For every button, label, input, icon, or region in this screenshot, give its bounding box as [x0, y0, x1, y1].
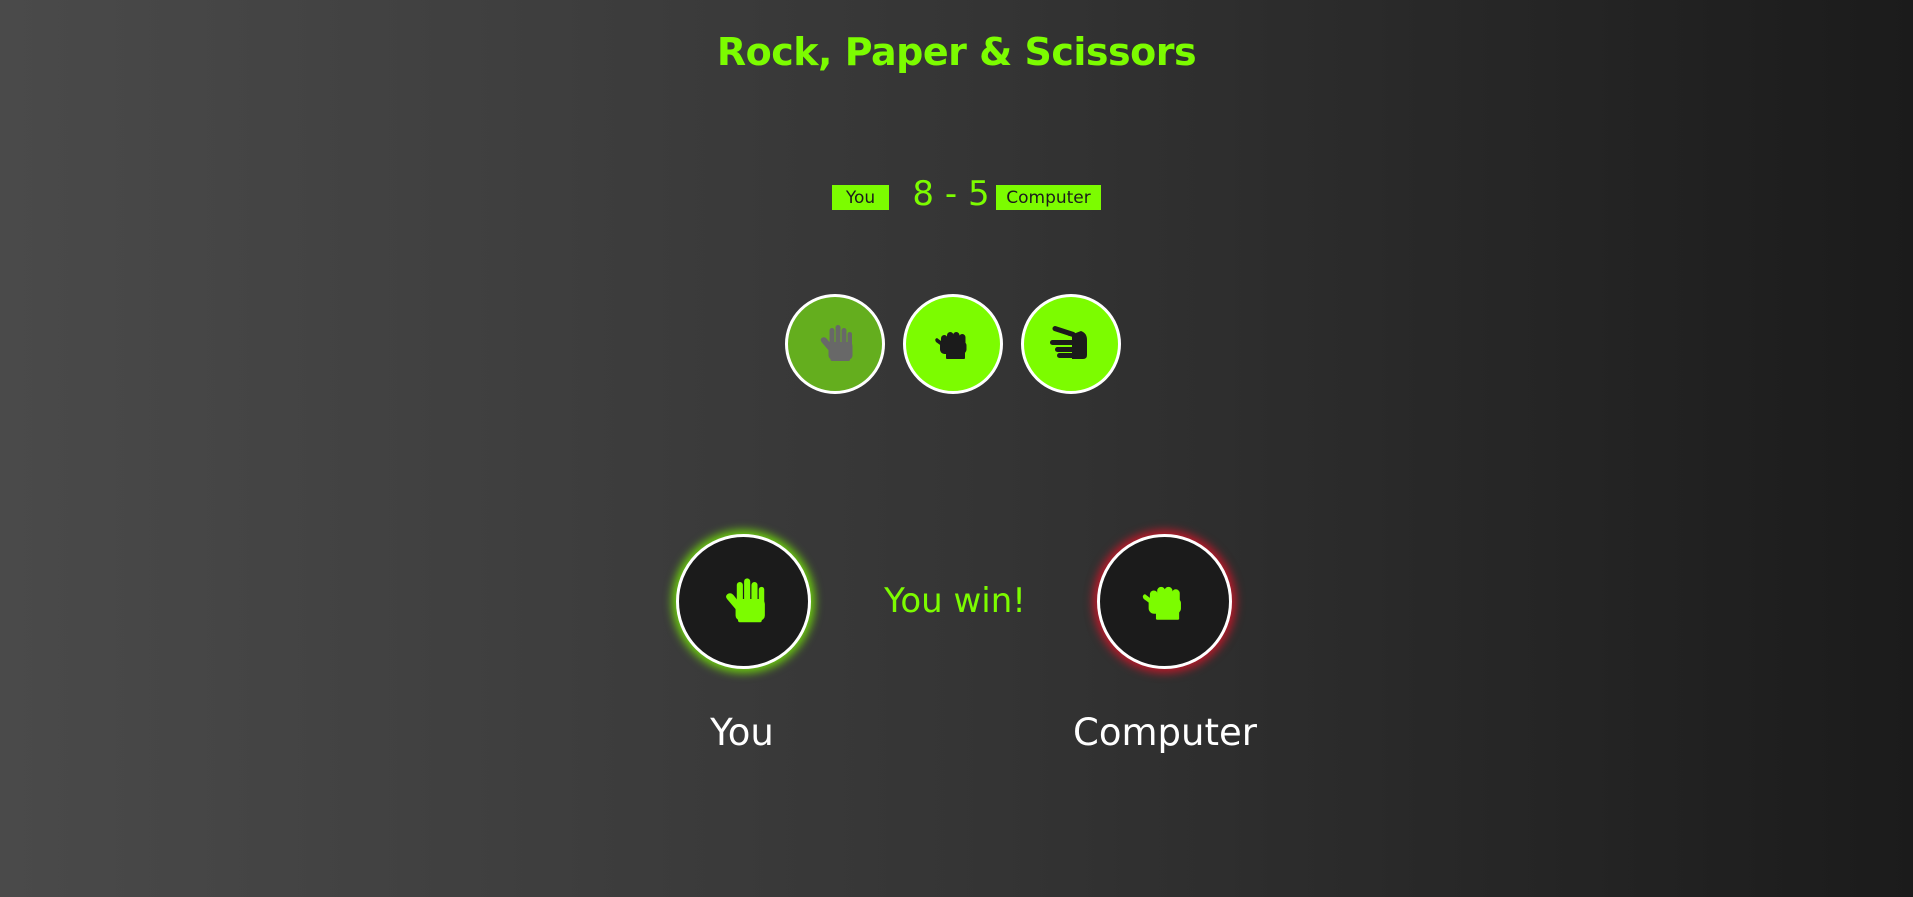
- rock-fist-icon: [935, 332, 967, 359]
- paper-hand-icon: [820, 325, 853, 361]
- choice-paper-button[interactable]: [785, 294, 885, 394]
- score-computer-label: Computer: [996, 185, 1101, 210]
- outcome-message: You win!: [884, 581, 1026, 621]
- score-player-label: You: [832, 185, 889, 210]
- page-title: Rock, Paper & Scissors: [716, 30, 1197, 74]
- rock-fist-icon: [1142, 586, 1181, 620]
- choice-scissors-button[interactable]: [1021, 294, 1121, 394]
- computer-choice-display: [1097, 534, 1232, 669]
- computer-label: Computer: [1073, 711, 1257, 754]
- score-value: 8 - 5: [912, 174, 990, 214]
- choice-rock-button[interactable]: [903, 294, 1003, 394]
- player-choice-display: [676, 534, 811, 669]
- paper-hand-icon: [726, 578, 765, 623]
- player-label: You: [710, 711, 774, 754]
- scissors-hand-icon: [1050, 326, 1087, 359]
